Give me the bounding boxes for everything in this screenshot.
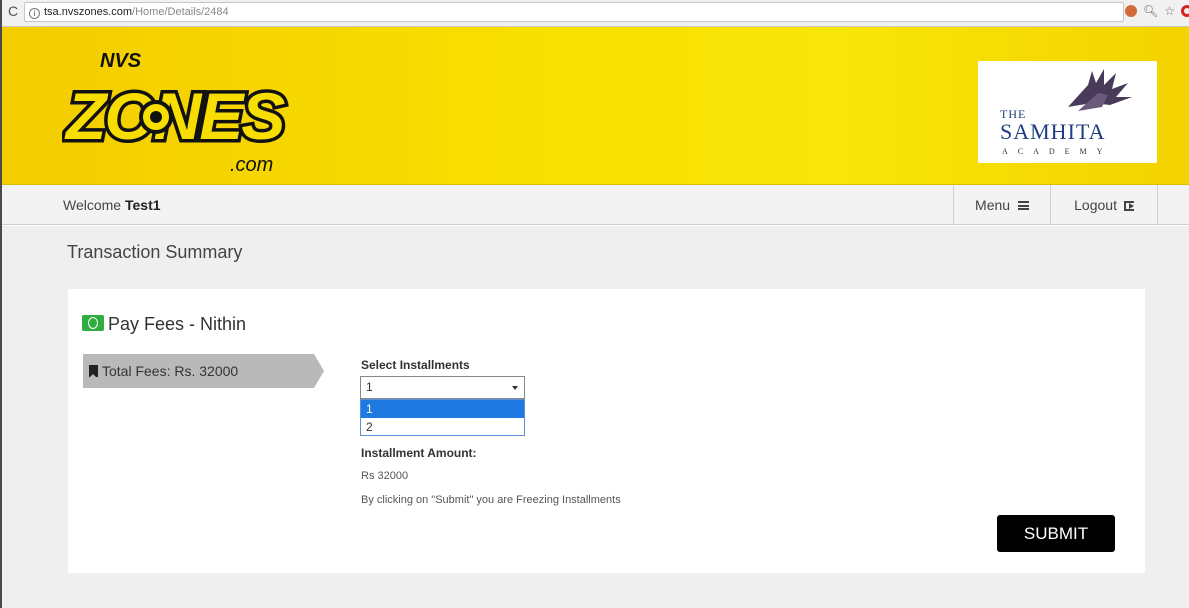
url-host: tsa.nvszones.com [44,6,133,18]
hamburger-icon [1017,201,1029,210]
bookmark-icon [89,365,98,378]
menu-label: Menu [975,197,1011,213]
pay-fees-card: Pay Fees - Nithin Total Fees: Rs. 32000 … [68,289,1145,573]
reload-icon[interactable]: C [8,3,18,19]
installments-select-value: 1 [366,380,373,394]
samhita-academy-logo[interactable]: THE SAMHITA ACADEMY [978,61,1157,163]
installments-dropdown-list: 1 2 [360,399,525,436]
academy-name-text: SAMHITA [1000,119,1106,144]
logo-nvs-text: NVS [100,50,142,72]
browser-window: C i tsa.nvszones.com/Home/Details/2484 🔍︎… [0,0,1189,608]
page-title: Transaction Summary [67,242,243,262]
select-installments-label: Select Installments [361,358,470,372]
installment-amount-label: Installment Amount: [361,446,477,460]
installment-option[interactable]: 1 [361,400,524,418]
card-title-text: Pay Fees - Nithin [108,314,247,334]
url-path: /Home/Details/2484 [132,6,229,18]
logout-button[interactable]: Logout [1050,185,1158,225]
logout-label: Logout [1074,197,1117,213]
total-fees-text: Total Fees: Rs. 32000 [102,363,239,379]
welcome-message: Welcome Test1 [63,197,161,213]
star-icon[interactable]: ☆ [1164,4,1175,18]
info-icon[interactable]: i [29,8,40,19]
welcome-prefix: Welcome [63,197,122,213]
logo-com-text: .com [230,154,273,172]
browser-toolbar: C i tsa.nvszones.com/Home/Details/2484 🔍︎… [2,0,1189,27]
installment-amount-value: Rs 32000 [361,470,409,482]
money-icon [82,315,104,331]
browser-actions: 🔍︎ ☆ [1125,4,1189,18]
installment-option[interactable]: 2 [361,418,524,436]
address-bar[interactable]: i tsa.nvszones.com/Home/Details/2484 [24,2,1124,22]
zoom-icon[interactable]: 🔍︎ [1143,4,1158,18]
academy-sub-text: ACADEMY [1002,147,1113,156]
hands-icon [1068,69,1132,111]
dropdown-arrow-icon [512,386,518,390]
opera-icon[interactable] [1181,5,1189,17]
submit-button[interactable]: SUBMIT [997,515,1115,552]
freeze-notice: By clicking on "Submit" you are Freezing… [361,494,621,506]
username: Test1 [124,197,161,213]
extension-icon[interactable] [1125,5,1137,17]
total-fees-tag: Total Fees: Rs. 32000 [83,354,324,388]
card-title: Pay Fees - Nithin [82,314,246,335]
navbar: Welcome Test1 Menu Logout [2,185,1189,225]
installments-select[interactable]: 1 [360,376,525,399]
nvszones-logo[interactable]: NVS ZONES .com [62,47,322,172]
menu-button[interactable]: Menu [953,185,1050,225]
logout-icon [1123,201,1134,211]
main-content: Transaction Summary Pay Fees - Nithin To… [2,226,1189,608]
site-header: NVS ZONES .com THE SAMHITA ACADEMY [2,27,1189,185]
logo-zones-text: ZONES [64,79,285,153]
